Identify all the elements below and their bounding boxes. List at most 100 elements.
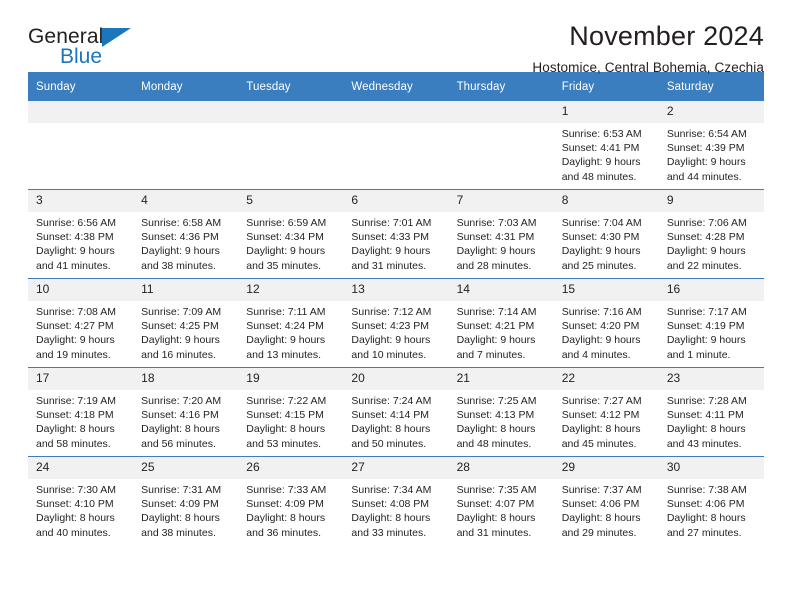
day-sun-info: Sunrise: 6:56 AM Sunset: 4:38 PM Daylight:… <box>28 212 133 273</box>
calendar-day-cell[interactable]: 23 Sunrise: 7:28 AM Sunset: 4:11 PM Dayligh… <box>658 367 764 457</box>
daylight-text-line1: Daylight: 9 hours <box>561 156 641 169</box>
sunset-text: Sunset: 4:19 PM <box>666 320 745 333</box>
sunrise-text: Sunrise: 7:34 AM <box>351 484 432 496</box>
calendar-day-cell[interactable]: 17 Sunrise: 7:19 AM Sunset: 4:18 PM Dayligh… <box>28 367 134 457</box>
calendar-day-cell[interactable]: 8 Sunrise: 7:04 AM Sunset: 4:30 PM Daylight… <box>553 189 659 279</box>
day-sun-info: Sunrise: 7:06 AM Sunset: 4:28 PM Daylight:… <box>659 212 764 273</box>
day-number: 25 <box>133 457 239 479</box>
calendar-day-cell[interactable]: 29 Sunrise: 7:37 AM Sunset: 4:06 PM Dayligh… <box>553 456 659 545</box>
daylight-text-line2: and 48 minutes. <box>561 170 637 183</box>
day-number: 13 <box>343 279 449 301</box>
daylight-text-line1: Daylight: 8 hours <box>456 423 536 436</box>
day-number: 19 <box>238 368 344 390</box>
daylight-text-line1: Daylight: 8 hours <box>351 423 431 436</box>
sunrise-text: Sunrise: 6:59 AM <box>246 217 327 229</box>
sunrise-text: Sunrise: 7:09 AM <box>141 306 222 318</box>
sunrise-text: Sunrise: 7:37 AM <box>561 484 642 496</box>
weekday-header-sunday: Sunday <box>28 72 134 101</box>
day-number <box>28 101 134 123</box>
daylight-text-line1: Daylight: 8 hours <box>666 512 746 525</box>
day-sun-info: Sunrise: 7:31 AM Sunset: 4:09 PM Daylight:… <box>133 479 238 540</box>
daylight-text-line2: and 4 minutes. <box>561 348 631 361</box>
calendar-day-cell[interactable]: 18 Sunrise: 7:20 AM Sunset: 4:16 PM Dayligh… <box>133 367 239 457</box>
logo-text-general: General <box>28 25 104 48</box>
calendar-day-cell-empty <box>28 101 134 190</box>
calendar-day-cell[interactable]: 15 Sunrise: 7:16 AM Sunset: 4:20 PM Dayligh… <box>553 278 659 368</box>
sunset-text: Sunset: 4:12 PM <box>561 409 640 422</box>
day-number: 9 <box>658 190 764 212</box>
calendar-day-cell[interactable]: 4 Sunrise: 6:58 AM Sunset: 4:36 PM Daylight… <box>133 189 239 279</box>
sunrise-text: Sunrise: 7:08 AM <box>36 306 116 318</box>
calendar-day-cell[interactable]: 28 Sunrise: 7:35 AM Sunset: 4:07 PM Dayligh… <box>448 456 554 545</box>
calendar-day-cell[interactable]: 9 Sunrise: 7:06 AM Sunset: 4:28 PM Daylight… <box>658 189 764 279</box>
calendar-day-cell[interactable]: 11 Sunrise: 7:09 AM Sunset: 4:25 PM Dayligh… <box>133 278 239 368</box>
day-number: 8 <box>553 190 659 212</box>
calendar-day-cell[interactable]: 14 Sunrise: 7:14 AM Sunset: 4:21 PM Dayligh… <box>448 278 554 368</box>
calendar-day-cell[interactable]: 6 Sunrise: 7:01 AM Sunset: 4:33 PM Daylight… <box>343 189 449 279</box>
daylight-text-line2: and 27 minutes. <box>666 526 742 539</box>
sunset-text: Sunset: 4:30 PM <box>561 231 640 244</box>
daylight-text-line2: and 40 minutes. <box>36 526 111 539</box>
calendar-day-cell[interactable]: 24 Sunrise: 7:30 AM Sunset: 4:10 PM Dayligh… <box>28 456 134 545</box>
general-blue-logo[interactable]: General Blue <box>28 26 148 72</box>
day-sun-info: Sunrise: 7:03 AM Sunset: 4:31 PM Daylight:… <box>449 212 554 273</box>
day-sun-info: Sunrise: 7:28 AM Sunset: 4:11 PM Daylight:… <box>659 390 764 451</box>
sunset-text: Sunset: 4:23 PM <box>351 320 430 333</box>
calendar-day-cell[interactable]: 25 Sunrise: 7:31 AM Sunset: 4:09 PM Dayligh… <box>133 456 239 545</box>
calendar-day-cell[interactable]: 10 Sunrise: 7:08 AM Sunset: 4:27 PM Dayligh… <box>28 278 134 368</box>
calendar-day-cell[interactable]: 22 Sunrise: 7:27 AM Sunset: 4:12 PM Dayligh… <box>553 367 659 457</box>
location-subtitle: Hostomice, Central Bohemia, Czechia <box>532 59 764 75</box>
calendar-week-row: 24 Sunrise: 7:30 AM Sunset: 4:10 PM Dayligh… <box>28 456 764 545</box>
daylight-text-line1: Daylight: 9 hours <box>666 334 746 347</box>
weekday-header-tuesday: Tuesday <box>238 72 344 101</box>
sunrise-text: Sunrise: 7:20 AM <box>141 395 222 407</box>
daylight-text-line2: and 41 minutes. <box>36 259 111 272</box>
day-number: 28 <box>448 457 554 479</box>
daylight-text-line1: Daylight: 8 hours <box>246 512 326 525</box>
daylight-text-line2: and 38 minutes. <box>141 526 216 539</box>
calendar-day-cell[interactable]: 3 Sunrise: 6:56 AM Sunset: 4:38 PM Daylight… <box>28 189 134 279</box>
sunset-text: Sunset: 4:09 PM <box>246 498 324 511</box>
daylight-text-line1: Daylight: 8 hours <box>561 423 641 436</box>
calendar-day-cell-empty <box>238 101 344 190</box>
calendar-day-cell[interactable]: 30 Sunrise: 7:38 AM Sunset: 4:06 PM Dayligh… <box>658 456 764 545</box>
daylight-text-line1: Daylight: 9 hours <box>246 245 326 258</box>
calendar-day-cell[interactable]: 2 Sunrise: 6:54 AM Sunset: 4:39 PM Daylight… <box>658 101 764 190</box>
calendar-day-cell[interactable]: 13 Sunrise: 7:12 AM Sunset: 4:23 PM Dayligh… <box>343 278 449 368</box>
day-number <box>343 101 449 123</box>
daylight-text-line1: Daylight: 9 hours <box>456 245 536 258</box>
daylight-text-line1: Daylight: 9 hours <box>561 334 641 347</box>
calendar-day-cell[interactable]: 19 Sunrise: 7:22 AM Sunset: 4:15 PM Dayligh… <box>238 367 344 457</box>
day-number: 5 <box>238 190 344 212</box>
day-number: 12 <box>238 279 344 301</box>
day-number: 2 <box>658 101 764 123</box>
sunrise-text: Sunrise: 7:12 AM <box>351 306 432 318</box>
sunrise-text: Sunrise: 7:35 AM <box>456 484 537 496</box>
calendar-week-row: 10 Sunrise: 7:08 AM Sunset: 4:27 PM Dayligh… <box>28 278 764 368</box>
calendar-day-cell[interactable]: 5 Sunrise: 6:59 AM Sunset: 4:34 PM Daylight… <box>238 189 344 279</box>
calendar-week-row: 17 Sunrise: 7:19 AM Sunset: 4:18 PM Dayligh… <box>28 367 764 457</box>
daylight-text-line2: and 1 minute. <box>666 348 731 361</box>
calendar-day-cell[interactable]: 7 Sunrise: 7:03 AM Sunset: 4:31 PM Daylight… <box>448 189 554 279</box>
calendar-day-cell[interactable]: 20 Sunrise: 7:24 AM Sunset: 4:14 PM Dayligh… <box>343 367 449 457</box>
calendar-day-cell[interactable]: 1 Sunrise: 6:53 AM Sunset: 4:41 PM Daylight… <box>553 101 659 190</box>
calendar-day-cell[interactable]: 12 Sunrise: 7:11 AM Sunset: 4:24 PM Dayligh… <box>238 278 344 368</box>
sunrise-text: Sunrise: 7:30 AM <box>36 484 116 496</box>
sunset-text: Sunset: 4:06 PM <box>666 498 745 511</box>
calendar-header-row: Sunday Monday Tuesday Wednesday Thursday… <box>28 72 764 101</box>
sunset-text: Sunset: 4:20 PM <box>561 320 640 333</box>
day-number: 11 <box>133 279 239 301</box>
day-sun-info: Sunrise: 7:17 AM Sunset: 4:19 PM Daylight:… <box>659 301 764 362</box>
calendar-day-cell[interactable]: 27 Sunrise: 7:34 AM Sunset: 4:08 PM Dayligh… <box>343 456 449 545</box>
calendar-day-cell[interactable]: 26 Sunrise: 7:33 AM Sunset: 4:09 PM Dayligh… <box>238 456 344 545</box>
calendar-day-cell[interactable]: 21 Sunrise: 7:25 AM Sunset: 4:13 PM Dayligh… <box>448 367 554 457</box>
sunset-text: Sunset: 4:16 PM <box>141 409 219 422</box>
daylight-text-line1: Daylight: 9 hours <box>36 245 115 258</box>
sunset-text: Sunset: 4:10 PM <box>36 498 114 511</box>
daylight-text-line1: Daylight: 9 hours <box>141 334 220 347</box>
daylight-text-line1: Daylight: 9 hours <box>351 245 431 258</box>
sunset-text: Sunset: 4:24 PM <box>246 320 324 333</box>
calendar-day-cell[interactable]: 16 Sunrise: 7:17 AM Sunset: 4:19 PM Dayligh… <box>658 278 764 368</box>
daylight-text-line2: and 43 minutes. <box>666 437 742 450</box>
daylight-text-line1: Daylight: 8 hours <box>36 423 115 436</box>
